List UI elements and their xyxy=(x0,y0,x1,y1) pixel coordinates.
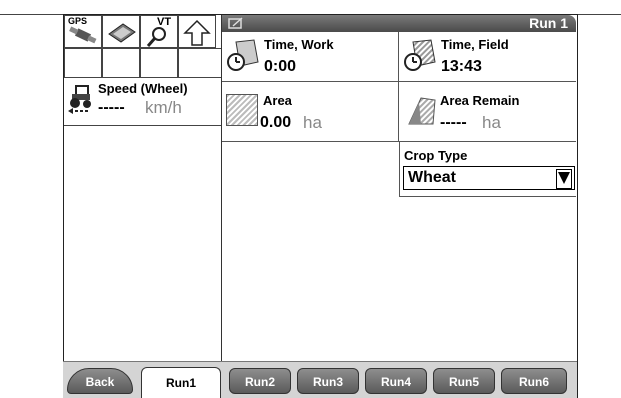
tab-run4[interactable]: Run4 xyxy=(365,368,427,394)
tab-run6[interactable]: Run6 xyxy=(501,368,567,394)
edit-icon xyxy=(228,17,243,29)
stopwatch-field-icon xyxy=(227,39,259,71)
speed-value: ----- xyxy=(98,99,125,116)
soft-key-bar: Back Run1 Run2 Run3 Run4 Run5 Run6 xyxy=(63,361,577,398)
tab-run1[interactable]: Run1 xyxy=(141,367,221,398)
area-label: Area xyxy=(263,93,292,108)
time-work-value: 0:00 xyxy=(264,58,297,75)
status-cell-diagnostics[interactable] xyxy=(102,15,140,48)
diagnostics-icon xyxy=(108,23,136,43)
status-cell-empty-3 xyxy=(140,48,178,78)
crop-type-value: Wheat xyxy=(408,169,456,186)
crop-type-label: Crop Type xyxy=(404,148,468,163)
time-field-value: 13:43 xyxy=(441,58,482,75)
time-field-label: Time, Field xyxy=(441,37,509,52)
up-arrow-icon xyxy=(183,19,211,46)
clock-field-icon xyxy=(404,39,436,71)
tab-run3[interactable]: Run3 xyxy=(297,368,359,394)
status-cell-gps[interactable]: GPS xyxy=(64,15,102,48)
run-title: Run 1 xyxy=(529,15,568,31)
hatched-area-remain-icon xyxy=(408,97,436,125)
time-work-label: Time, Work xyxy=(264,37,334,52)
vt-search-icon xyxy=(146,27,166,47)
crop-type-panel: Crop Type Wheat xyxy=(399,142,576,197)
gps-antenna-icon xyxy=(69,26,97,44)
status-cell-up[interactable] xyxy=(178,15,216,48)
status-cell-empty-1 xyxy=(64,48,102,78)
time-field-readout[interactable]: Time, Field 13:43 xyxy=(399,32,576,82)
status-cell-empty-2 xyxy=(102,48,140,78)
crop-type-dropdown[interactable]: Wheat xyxy=(403,166,575,190)
area-unit: ha xyxy=(303,113,322,132)
chevron-down-icon xyxy=(556,169,572,189)
area-remain-label: Area Remain xyxy=(440,93,520,108)
hatched-area-icon xyxy=(226,94,258,126)
tab-run5[interactable]: Run5 xyxy=(433,368,495,394)
area-value: 0.00 xyxy=(260,114,292,131)
tab-run2[interactable]: Run2 xyxy=(229,368,291,394)
tractor-icon xyxy=(68,85,91,114)
status-cell-empty-4 xyxy=(178,48,222,78)
status-cell-vt[interactable]: VT xyxy=(140,15,178,48)
area-remain-unit: ha xyxy=(482,113,501,132)
speed-readout[interactable]: Speed (Wheel) ----- km/h xyxy=(64,78,222,126)
area-remain-value: ----- xyxy=(440,114,467,131)
speed-label: Speed (Wheel) xyxy=(98,81,188,96)
area-readout[interactable]: Area 0.00 ha xyxy=(222,82,399,142)
time-work-readout[interactable]: Time, Work 0:00 xyxy=(222,32,399,82)
run-title-bar: Run 1 xyxy=(222,15,576,32)
back-button[interactable]: Back xyxy=(67,368,133,394)
speed-unit: km/h xyxy=(145,98,182,117)
area-remain-readout[interactable]: Area Remain ----- ha xyxy=(399,82,576,142)
